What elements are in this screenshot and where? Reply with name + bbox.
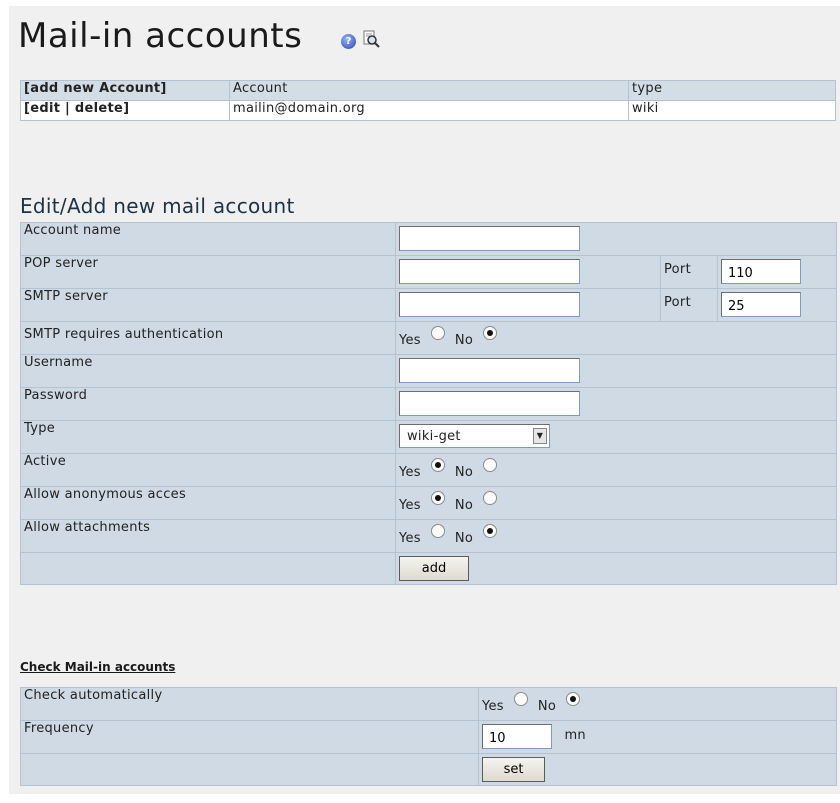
column-header-account: Account: [229, 80, 629, 101]
anonymous-label: Allow anonymous acces: [20, 486, 396, 520]
smtp-auth-yes-label: Yes: [399, 333, 421, 348]
username-label: Username: [20, 354, 396, 388]
type-select-value: wiki-get: [407, 428, 461, 444]
check-auto-yes-label: Yes: [482, 699, 504, 714]
smtp-port-input[interactable]: [721, 292, 801, 317]
column-header-type: type: [628, 80, 836, 101]
check-table: Check automatically Yes No Frequency mn …: [20, 687, 837, 786]
account-name-input[interactable]: [399, 226, 580, 251]
page-background: Mail-in accounts ? [add new Account] Acc…: [9, 6, 840, 794]
check-auto-no-radio[interactable]: [566, 692, 581, 706]
empty-cell: [20, 552, 396, 585]
password-input[interactable]: [399, 391, 580, 416]
magnifier-icon[interactable]: [362, 30, 380, 52]
smtp-auth-no-label: No: [454, 333, 474, 348]
smtp-server-input[interactable]: [399, 292, 580, 317]
check-auto-yes-radio[interactable]: [513, 692, 528, 706]
attachments-yes-label: Yes: [399, 531, 421, 546]
active-yes-radio[interactable]: [430, 458, 445, 472]
check-auto-label: Check automatically: [20, 687, 479, 721]
type-label: Type: [20, 420, 396, 454]
smtp-server-label: SMTP server: [20, 288, 396, 322]
type-select[interactable]: wiki-get ▼: [399, 424, 550, 448]
table-row: [edit | delete] mailin@domain.org wiki: [20, 100, 836, 121]
smtp-auth-yes-radio[interactable]: [430, 326, 445, 340]
edit-delete-link[interactable]: [edit | delete]: [20, 100, 230, 121]
active-yes-label: Yes: [399, 465, 421, 480]
password-label: Password: [20, 387, 396, 421]
smtp-port-label: Port: [660, 288, 718, 322]
anonymous-no-label: No: [454, 498, 474, 513]
pop-server-label: POP server: [20, 255, 396, 289]
account-form: Account name POP server Port SMTP server…: [20, 222, 837, 585]
anonymous-yes-label: Yes: [399, 498, 421, 513]
pop-server-input[interactable]: [399, 259, 580, 284]
active-label: Active: [20, 453, 396, 487]
smtp-auth-no-radio[interactable]: [483, 326, 498, 340]
username-input[interactable]: [399, 358, 580, 383]
accounts-table: [add new Account] Account type [edit | d…: [20, 80, 836, 121]
check-mailin-link[interactable]: Check Mail-in accounts: [20, 660, 175, 674]
frequency-unit: mn: [564, 727, 586, 743]
anonymous-yes-radio[interactable]: [430, 491, 445, 505]
set-button[interactable]: set: [482, 757, 545, 782]
help-icon[interactable]: ?: [341, 33, 356, 49]
attachments-no-label: No: [454, 531, 474, 546]
attachments-yes-radio[interactable]: [430, 524, 445, 538]
attachments-label: Allow attachments: [20, 519, 396, 553]
account-name-label: Account name: [20, 222, 396, 256]
form-heading: Edit/Add new mail account: [20, 194, 295, 218]
active-no-radio[interactable]: [483, 458, 498, 472]
type-cell: wiki: [628, 100, 836, 121]
frequency-label: Frequency: [20, 720, 479, 754]
pop-port-label: Port: [660, 255, 718, 289]
attachments-no-radio[interactable]: [483, 524, 498, 538]
active-no-label: No: [454, 465, 474, 480]
account-cell: mailin@domain.org: [229, 100, 629, 121]
empty-cell: [20, 753, 479, 786]
add-button[interactable]: add: [399, 556, 469, 581]
title-icons: ?: [341, 30, 380, 52]
check-auto-no-label: No: [537, 699, 557, 714]
frequency-input[interactable]: [482, 724, 552, 749]
chevron-down-icon[interactable]: ▼: [533, 428, 547, 444]
pop-port-input[interactable]: [721, 259, 801, 284]
smtp-auth-label: SMTP requires authentication: [20, 321, 396, 355]
anonymous-no-radio[interactable]: [483, 491, 498, 505]
add-new-account-link[interactable]: [add new Account]: [20, 80, 230, 101]
page-title: Mail-in accounts: [18, 16, 303, 56]
